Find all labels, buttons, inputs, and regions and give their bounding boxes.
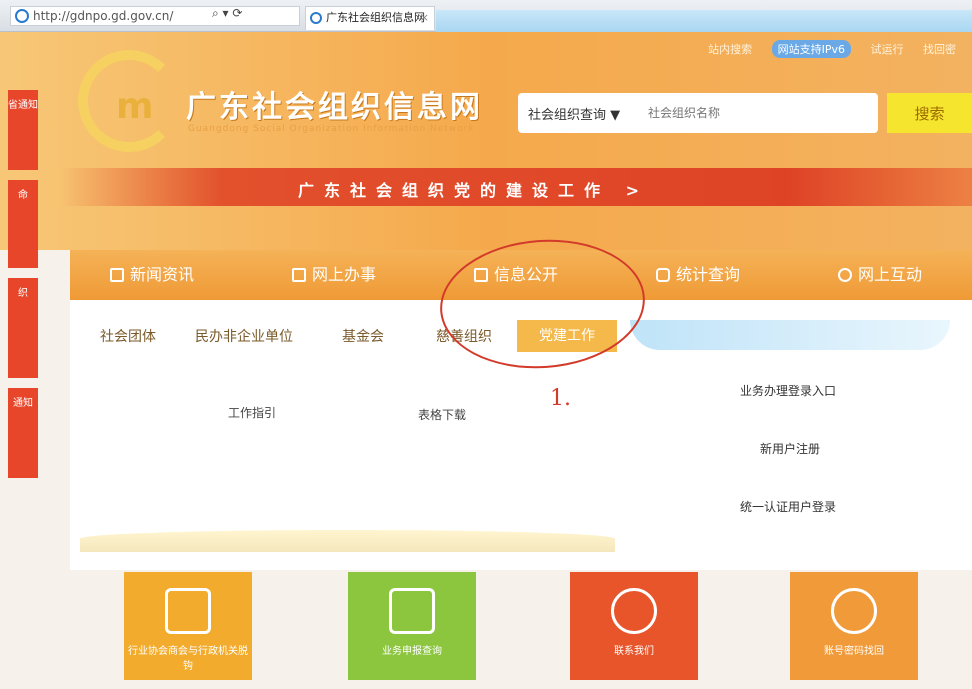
nav-label: 新闻资讯	[130, 265, 195, 284]
left-float-sidebar: 省通知 命 织 通知	[8, 90, 38, 495]
tile-label: 行业协会商会与行政机关脱钩	[128, 646, 248, 672]
work-guide-link[interactable]: 工作指引	[228, 404, 276, 421]
browser-tab[interactable]: 广东社会组织信息网 ×	[305, 6, 435, 30]
chevron-down-icon: ▼	[610, 108, 621, 123]
search-box: 社会组织查询 ▼	[518, 93, 878, 133]
browser-toolbar: http://gdnpo.gd.gov.cn/ ⌕ ▾ ⟳ 广东社会组织信息网 …	[0, 0, 972, 32]
nav-news[interactable]: 新闻资讯	[110, 250, 194, 300]
side-tile-2[interactable]: 命	[8, 180, 38, 268]
pie-icon	[838, 268, 852, 282]
trial-run-label: 试运行	[870, 43, 904, 56]
ipv6-badge: 网站支持IPv6	[771, 40, 851, 58]
site-subtitle: Guangdong Social Organization Informatio…	[188, 124, 475, 134]
handdrawn-mark: 1.	[550, 386, 571, 411]
address-url: http://gdnpo.gd.gov.cn/	[33, 9, 174, 23]
tile-application-query[interactable]: 业务申报查询	[348, 572, 476, 680]
close-tab-icon[interactable]: ×	[420, 7, 429, 29]
phone-icon	[611, 588, 657, 634]
nav-label: 网上互动	[858, 265, 923, 284]
subtab-foundations[interactable]: 基金会	[342, 326, 384, 346]
tile-decoupling[interactable]: 行业协会商会与行政机关脱钩	[124, 572, 252, 680]
top-links: 站内搜索 网站支持IPv6 试运行 找回密	[708, 40, 972, 58]
party-building-text[interactable]: 广东社会组织党的建设工作 >	[298, 177, 649, 201]
subtab-social-groups[interactable]: 社会团体	[100, 326, 156, 346]
address-bar[interactable]: http://gdnpo.gd.gov.cn/	[10, 6, 300, 26]
nav-label: 统计查询	[676, 265, 741, 284]
search-type-value: 社会组织查询	[528, 108, 607, 123]
nav-statistics[interactable]: 统计查询	[656, 250, 740, 300]
tile-label: 业务申报查询	[382, 646, 442, 657]
nav-interaction[interactable]: 网上互动	[838, 250, 922, 300]
user-lock-icon	[831, 588, 877, 634]
nav-online-services[interactable]: 网上办事	[292, 250, 376, 300]
monitor-icon	[292, 268, 306, 282]
news-icon	[110, 268, 124, 282]
logo-emblem-icon: m	[116, 86, 154, 127]
form-download-link[interactable]: 表格下载	[418, 406, 466, 423]
wave-decoration	[80, 530, 615, 552]
sky-decoration	[630, 320, 950, 350]
tab-favicon	[310, 12, 322, 24]
address-tools[interactable]: ⌕ ▾ ⟳	[212, 6, 242, 21]
message-icon	[389, 588, 435, 634]
search-input[interactable]	[648, 103, 868, 123]
site-search-link[interactable]: 站内搜索	[708, 43, 752, 56]
subtab-private-non-enterprise[interactable]: 民办非企业单位	[195, 326, 293, 346]
side-tile-notice[interactable]: 省通知	[8, 90, 38, 170]
business-login-link[interactable]: 业务办理登录入口	[740, 382, 836, 399]
unified-auth-login-link[interactable]: 统一认证用户登录	[740, 498, 836, 515]
tab-strip	[436, 10, 972, 32]
new-user-register-link[interactable]: 新用户注册	[760, 440, 820, 457]
tile-label: 联系我们	[614, 646, 654, 657]
side-tile-3[interactable]: 织	[8, 278, 38, 378]
search-button[interactable]: 搜索	[887, 93, 972, 133]
tile-password-recovery[interactable]: 账号密码找回	[790, 572, 918, 680]
tile-label: 账号密码找回	[824, 646, 884, 657]
nav-label: 网上办事	[312, 265, 377, 284]
tab-title: 广东社会组织信息网	[326, 11, 425, 24]
chat-icon	[656, 268, 670, 282]
site-title: 广东社会组织信息网	[186, 90, 483, 125]
find-password-link[interactable]: 找回密	[923, 43, 956, 56]
document-icon	[165, 588, 211, 634]
tile-contact-us[interactable]: 联系我们	[570, 572, 698, 680]
search-type-select[interactable]: 社会组织查询 ▼	[528, 104, 620, 123]
side-tile-4[interactable]: 通知	[8, 388, 38, 478]
ie-icon	[15, 9, 29, 23]
